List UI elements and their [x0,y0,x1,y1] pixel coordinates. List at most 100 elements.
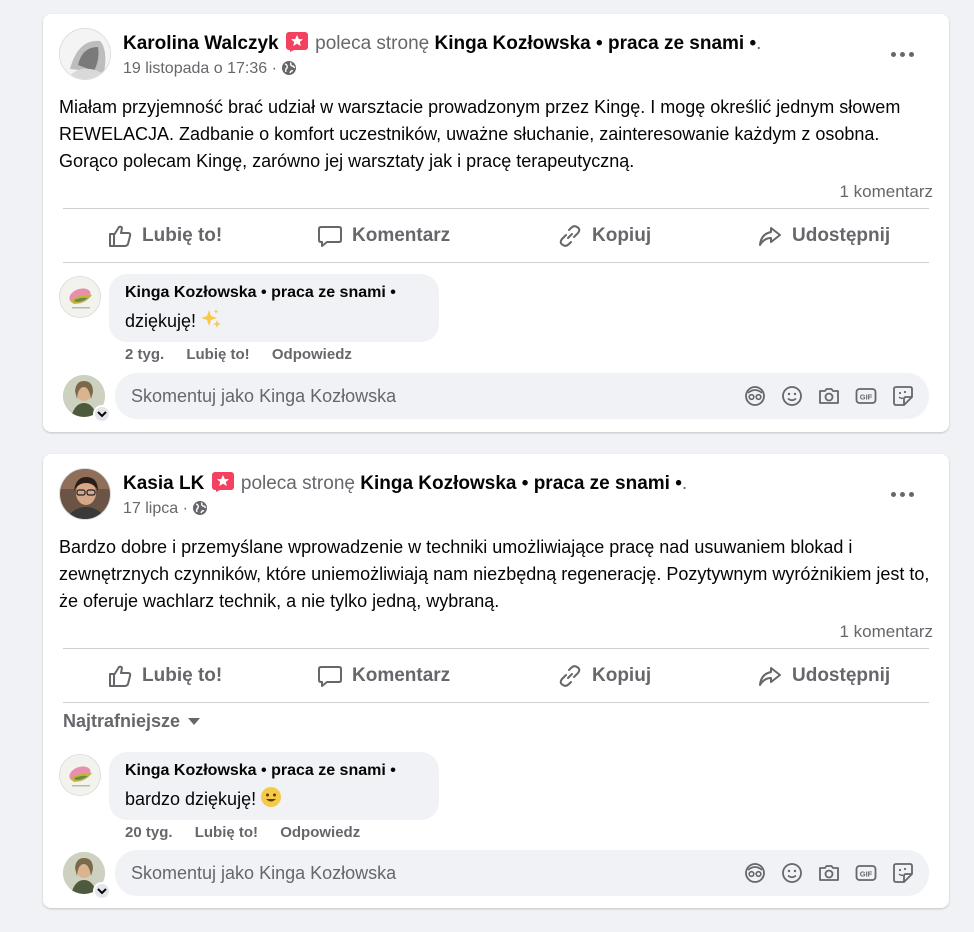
meta-separator: · [271,60,277,77]
like-label: Lubię to! [142,225,223,246]
comment-author[interactable]: Kinga Kozłowska • praca ze snami • [125,762,423,780]
comment-button[interactable]: Komentarz [317,650,450,702]
composer-icons: GIF [743,861,915,885]
emoji-icon[interactable] [780,384,804,408]
like-button[interactable]: Lubię to! [107,210,222,262]
comment-meta: 2 tyg. Lubię to! Odpowiedz [125,346,370,363]
my-avatar[interactable] [63,852,111,900]
author-avatar[interactable] [59,28,111,80]
comment-label: Komentarz [352,225,451,246]
thumbs-up-icon [109,665,132,687]
post-meta: 17 lipca · [123,500,208,518]
more-options-button[interactable] [887,42,923,66]
share-arrow-icon [759,667,781,686]
sparkles-icon [200,308,222,335]
copy-label: Kopiuj [592,225,652,246]
divider [63,648,929,649]
comment-like-link[interactable]: Lubię to! [186,346,249,363]
comment-text: bardzo dziękuję! [125,789,257,809]
comment-text: dziękuję! [125,311,197,331]
page-avatar[interactable] [59,754,101,796]
avatar-sticker-icon[interactable] [743,861,767,885]
globe-icon [193,501,208,515]
post-date[interactable]: 19 listopada o 17:36 [123,60,267,77]
recommend-star-icon [211,472,234,492]
sticker-icon[interactable] [891,861,915,885]
post-date[interactable]: 17 lipca [123,500,178,517]
like-label: Lubię to! [142,665,223,686]
divider [63,262,929,263]
author-name[interactable]: Kasia LK [123,473,204,494]
comment-sort-dropdown[interactable]: Najtrafniejsze [63,711,201,732]
camera-icon[interactable] [817,861,841,885]
comment-composer: Skomentuj jako Kinga Kozłowska GIF [63,373,929,423]
comment-like-link[interactable]: Lubię to! [195,824,258,841]
thumbs-up-icon [109,225,132,247]
post-text: Miałam przyjemność brać udział w warszta… [59,97,901,171]
post-card: Karolina Walczyk poleca stronę Kinga Koz… [43,14,949,432]
share-arrow-icon [759,227,781,246]
comment-age[interactable]: 20 tyg. [125,824,173,841]
account-switch-chevron-icon[interactable] [93,882,111,900]
comment-meta: 20 tyg. Lubię to! Odpowiedz [125,824,378,841]
share-label: Udostępnij [792,665,891,686]
author-line: Karolina Walczyk poleca stronę Kinga Koz… [123,32,761,55]
avatar-sticker-icon[interactable] [743,384,767,408]
comment-count[interactable]: 1 komentarz [839,182,933,202]
period: . [756,33,762,54]
comment-composer: Skomentuj jako Kinga Kozłowska GIF [63,850,929,900]
post-text: Bardzo dobre i przemyślane wprowadzenie … [59,537,930,611]
camera-icon[interactable] [817,384,841,408]
gif-icon[interactable]: GIF [854,861,878,885]
link-icon [559,225,581,247]
author-line: Kasia LK poleca stronę Kinga Kozłowska •… [123,472,687,495]
comment-bubble: Kinga Kozłowska • praca ze snami • dzięk… [109,274,439,342]
my-avatar[interactable] [63,375,111,423]
smiley-icon [260,786,282,813]
copy-label: Kopiuj [592,665,652,686]
post-actions: Lubię to! Komentarz Kopiuj Udostępnij [63,210,929,262]
recommend-verb: poleca stronę [240,473,355,494]
author-avatar[interactable] [59,468,111,520]
sort-label: Najtrafniejsze [63,711,181,731]
divider [63,702,929,703]
comment-reply-link[interactable]: Odpowiedz [280,824,360,841]
svg-text:GIF: GIF [860,393,873,402]
comment-author[interactable]: Kinga Kozłowska • praca ze snami • [125,284,423,302]
like-button[interactable]: Lubię to! [107,650,222,702]
caret-down-icon [188,718,201,725]
author-name[interactable]: Karolina Walczyk [123,33,279,54]
comment-label: Komentarz [352,665,451,686]
more-options-button[interactable] [887,482,923,506]
page-name-link[interactable]: Kinga Kozłowska • praca ze snami • [360,473,682,494]
composer-icons: GIF [743,384,915,408]
gif-icon[interactable]: GIF [854,384,878,408]
comment-text-line: bardzo dziękuję! [125,786,423,813]
page-avatar[interactable] [59,276,101,318]
comment-count[interactable]: 1 komentarz [839,622,933,642]
post-actions: Lubię to! Komentarz Kopiuj Udostępnij [63,650,929,702]
comment-text-line: dziękuję! [125,308,423,335]
comment-reply-link[interactable]: Odpowiedz [272,346,352,363]
post-header: Karolina Walczyk poleca stronę Kinga Koz… [59,28,933,84]
link-icon [559,665,581,687]
svg-text:GIF: GIF [860,870,873,879]
page-name-link[interactable]: Kinga Kozłowska • praca ze snami • [435,33,757,54]
share-button[interactable]: Udostępnij [757,210,890,262]
share-button[interactable]: Udostępnij [757,650,890,702]
sticker-icon[interactable] [891,384,915,408]
comment-button[interactable]: Komentarz [317,210,450,262]
share-label: Udostępnij [792,225,891,246]
copy-link-button[interactable]: Kopiuj [557,210,651,262]
comment-age[interactable]: 2 tyg. [125,346,164,363]
post-header: Kasia LK poleca stronę Kinga Kozłowska •… [59,468,933,524]
recommend-star-icon [285,32,308,52]
period: . [681,473,688,494]
account-switch-chevron-icon[interactable] [93,405,111,423]
emoji-icon[interactable] [780,861,804,885]
comment-bubble-icon [318,226,342,247]
post-meta: 19 listopada o 17:36 · [123,60,297,78]
copy-link-button[interactable]: Kopiuj [557,650,651,702]
globe-icon [282,61,297,75]
recommend-verb: poleca stronę [315,33,430,54]
